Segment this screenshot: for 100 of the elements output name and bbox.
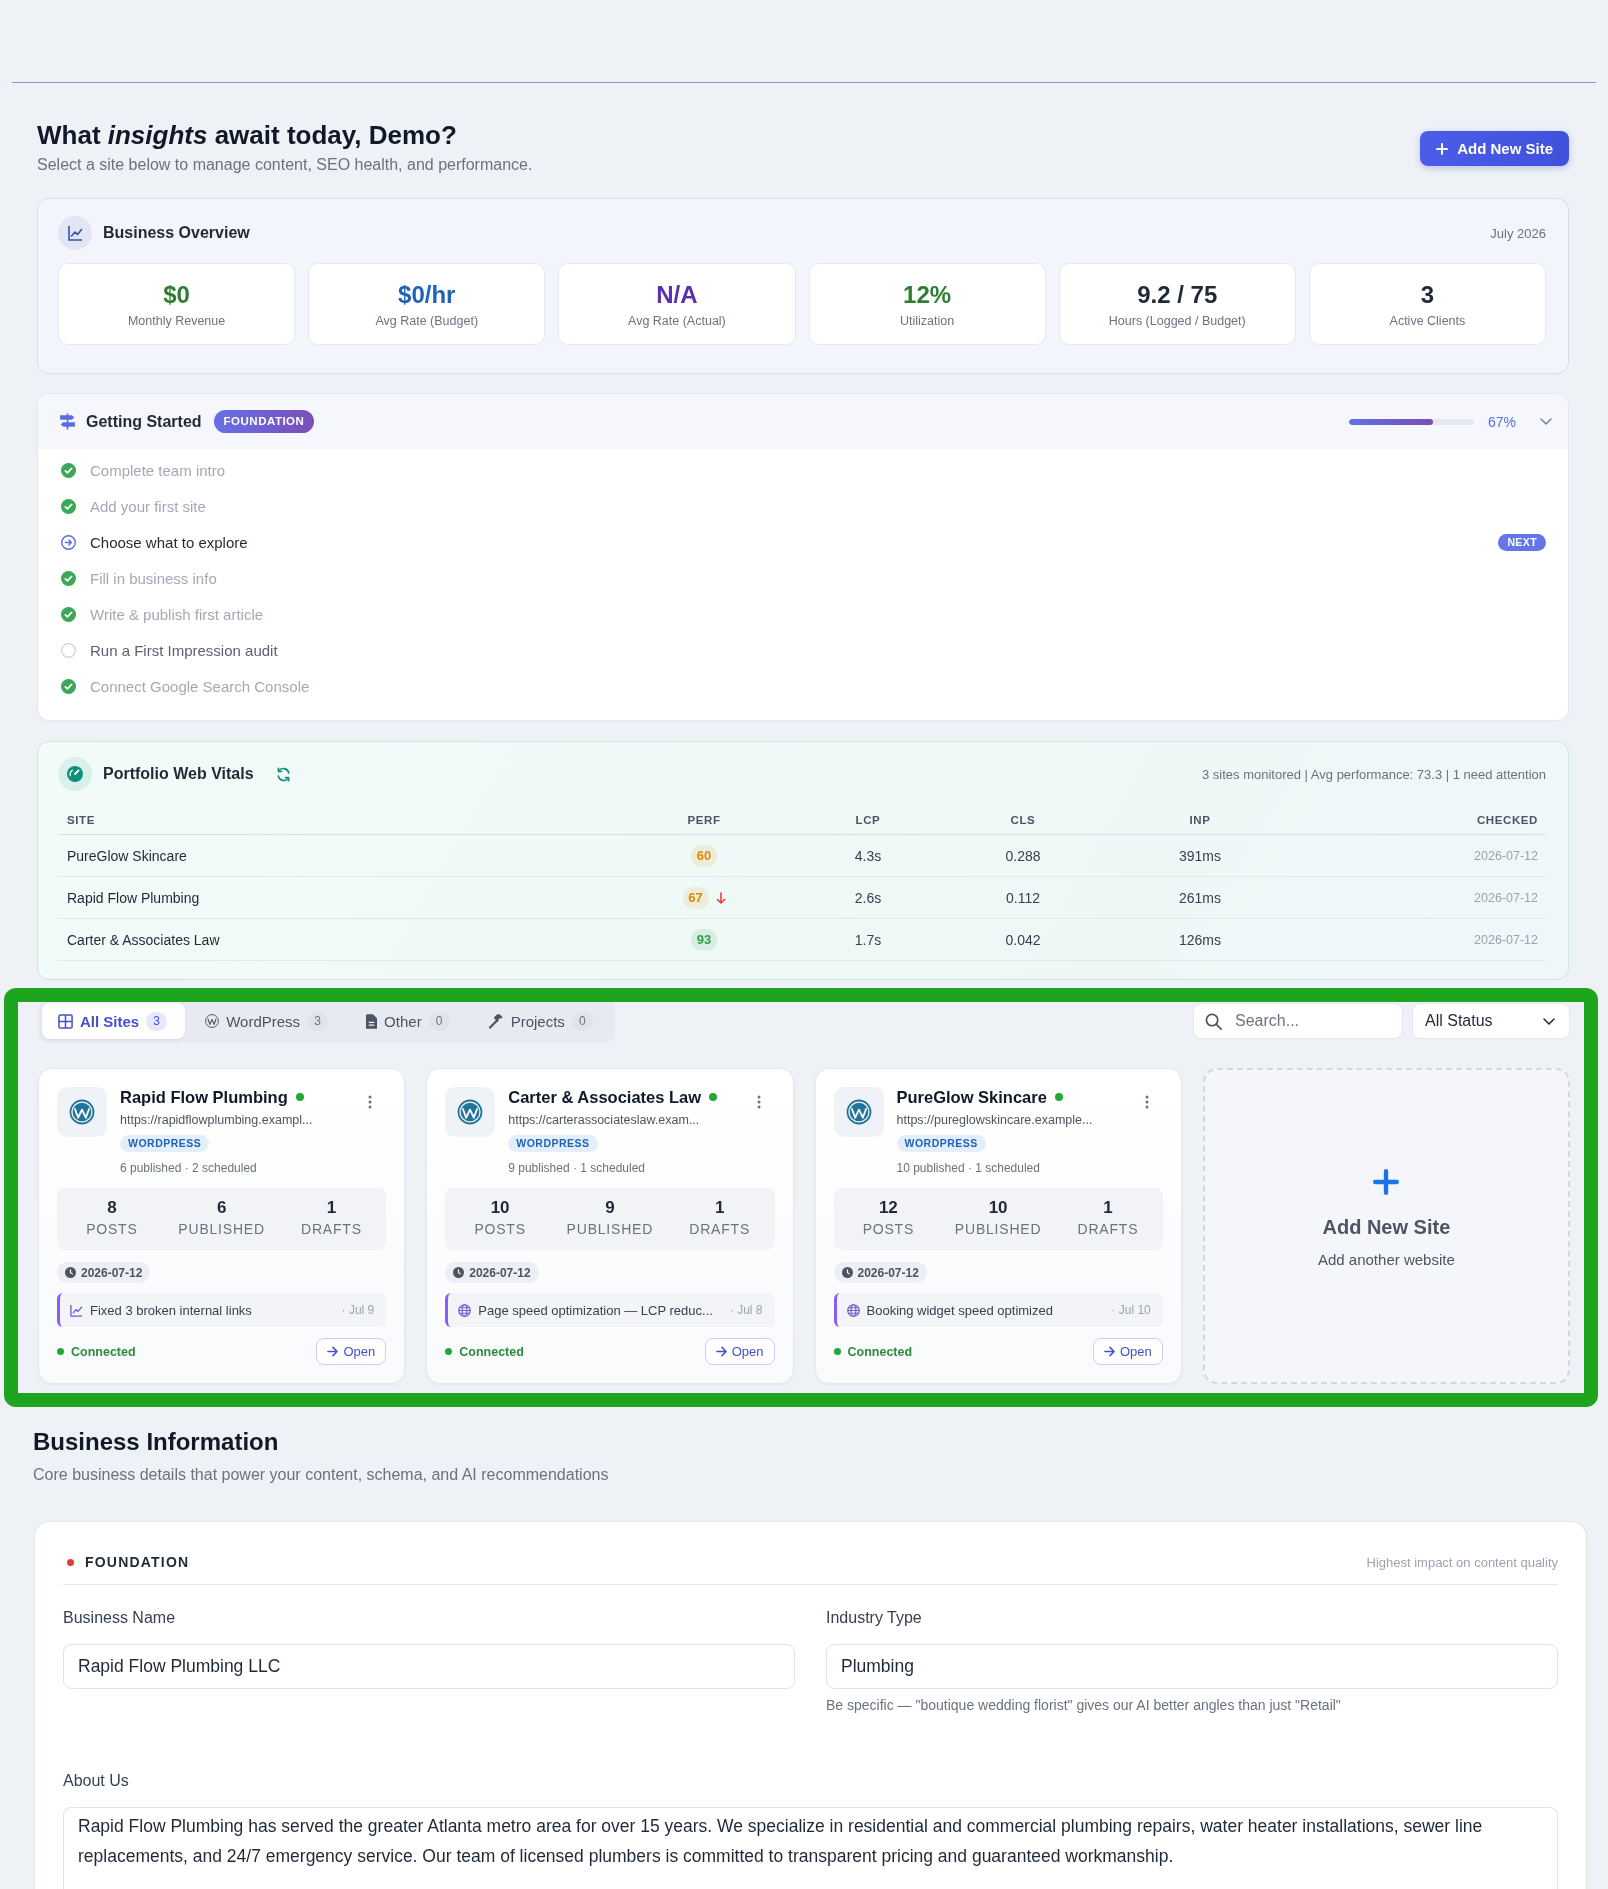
lcp-value: 1.7s xyxy=(853,931,883,948)
stat-label: Utilization xyxy=(899,313,956,329)
open-button[interactable]: Open xyxy=(1092,1338,1163,1365)
inp-value: 391ms xyxy=(1178,847,1222,864)
gauge-icon xyxy=(58,757,92,791)
stat-value: 8 xyxy=(106,1197,118,1218)
stat-value: 10 xyxy=(489,1197,511,1218)
stat-value: $0/hr xyxy=(397,280,457,310)
column-header: INP xyxy=(1188,814,1212,826)
globe-icon xyxy=(458,1303,472,1317)
activity-item[interactable]: Fixed 3 broken internal links · Jul 9 xyxy=(57,1293,387,1327)
site-url: https://carterassociateslaw.exam... xyxy=(508,1112,700,1129)
chevron-down-icon xyxy=(1543,1017,1555,1025)
dot-icon xyxy=(67,1558,74,1566)
chevron-down-icon[interactable] xyxy=(1540,418,1552,425)
stat-label: POSTS xyxy=(861,1220,916,1238)
tab[interactable]: All Sites 3 xyxy=(42,1003,186,1039)
cls-value: 0.112 xyxy=(1005,889,1041,906)
date-text: 2026-07-12 xyxy=(857,1265,919,1280)
text-input[interactable]: Rapid Flow Plumbing LLC xyxy=(63,1644,795,1689)
add-site-card[interactable]: Add New Site Add another website xyxy=(1202,1068,1570,1384)
stat-label: Avg Rate (Actual) xyxy=(627,313,727,329)
activity-text: Fixed 3 broken internal links xyxy=(90,1302,252,1318)
tier-badge: FOUNDATION xyxy=(213,410,315,433)
activity-text: Page speed optimization — LCP reduc... xyxy=(478,1302,713,1318)
search-field[interactable]: Search... xyxy=(1193,1003,1403,1039)
stat-value: 6 xyxy=(215,1197,228,1218)
status-dropdown[interactable]: All Status xyxy=(1412,1003,1570,1039)
group-title: FOUNDATION xyxy=(85,1554,190,1570)
post-summary: 6 published · 2 scheduled xyxy=(120,1160,257,1176)
group-note: Highest impact on content quality xyxy=(1366,1554,1558,1570)
cls-value: 0.288 xyxy=(1004,847,1042,864)
more-icon[interactable] xyxy=(368,1095,373,1109)
stat-label: Avg Rate (Budget) xyxy=(374,313,480,329)
column-header: PERF xyxy=(686,814,722,826)
site-name: Carter & Associates Law xyxy=(508,1087,702,1107)
tab[interactable]: WordPress 3 xyxy=(189,1003,347,1039)
stat-value: $0 xyxy=(162,280,191,310)
stat-label: Active Clients xyxy=(1388,313,1467,329)
textarea-field[interactable]: Rapid Flow Plumbing has served the greater Atlanta metro area for over 15 years. We specialize in residential and commercial plumbing repairs, water heater installations, sewer line replacements, and 24/7 emergency service. Our team of licensed plumbers is committed to transparent pricing and guaranteed workmanship. xyxy=(63,1807,1558,1889)
score-badge: 67 xyxy=(682,886,709,909)
arrow-right-icon xyxy=(715,1346,727,1357)
inp-value: 261ms xyxy=(1178,889,1222,906)
text-input[interactable]: Plumbing xyxy=(826,1644,1558,1689)
card-title: Getting Started xyxy=(86,411,202,432)
activity-date: · Jul 8 xyxy=(729,1303,763,1317)
stat-label: PUBLISHED xyxy=(953,1220,1043,1238)
stat-value: 12 xyxy=(877,1197,899,1218)
date-text: 2026-07-12 xyxy=(81,1265,143,1280)
activity-item[interactable]: Page speed optimization — LCP reduc... · Jul 8 xyxy=(445,1293,775,1327)
open-button[interactable]: Open xyxy=(704,1338,775,1365)
stat-value: 1 xyxy=(1102,1197,1114,1218)
stat-value: 9.2 / 75 xyxy=(1136,280,1219,310)
column-header: CLS xyxy=(1009,814,1037,826)
score-badge: 60 xyxy=(691,844,717,867)
stat-value: 3 xyxy=(1419,280,1436,310)
stat-value: 1 xyxy=(713,1197,726,1218)
plus-icon xyxy=(1373,1168,1400,1195)
grid-icon xyxy=(58,1013,73,1029)
tab[interactable]: Projects 0 xyxy=(471,1003,611,1039)
post-summary: 10 published · 1 scheduled xyxy=(896,1160,1040,1176)
post-summary: 9 published · 1 scheduled xyxy=(508,1160,645,1176)
date-text: 2026-07-12 xyxy=(469,1265,531,1280)
file-icon xyxy=(366,1013,378,1029)
summary-text: 3 sites monitored | Avg performance: 73.3 | 1 need attention xyxy=(1202,766,1546,782)
search-icon xyxy=(1205,1013,1222,1030)
platform-badge: WORDPRESS xyxy=(896,1135,986,1152)
site-name: Rapid Flow Plumbing xyxy=(66,889,201,906)
stat-label: DRAFTS xyxy=(688,1220,752,1238)
stat-value: 1 xyxy=(325,1197,338,1218)
stat-value: 9 xyxy=(604,1197,616,1218)
activity-text: Booking widget speed optimized xyxy=(866,1302,1053,1318)
add-site-subtitle: Add another website xyxy=(1318,1249,1455,1270)
stat-label: Monthly Revenue xyxy=(126,313,227,329)
refresh-icon[interactable] xyxy=(275,766,291,782)
site-logo-icon xyxy=(57,1087,107,1137)
add-site-button[interactable]: Add New Site xyxy=(1420,131,1569,166)
open-button[interactable]: Open xyxy=(316,1338,387,1365)
card-title: Portfolio Web Vitals xyxy=(103,764,254,784)
more-icon[interactable] xyxy=(756,1095,761,1109)
tab[interactable]: Other 0 xyxy=(350,1003,468,1039)
activity-item[interactable]: Booking widget speed optimized · Jul 10 xyxy=(833,1293,1163,1327)
plus-icon xyxy=(1436,142,1449,155)
checked-date: 2026-07-12 xyxy=(1473,890,1539,905)
progress-percent: 67% xyxy=(1488,413,1518,430)
stat-label: DRAFTS xyxy=(299,1220,363,1238)
site-url: https://pureglowskincare.example... xyxy=(896,1112,1093,1129)
stat-label: POSTS xyxy=(473,1220,527,1238)
step-label[interactable]: Choose what to explore xyxy=(90,533,248,551)
logo-icon xyxy=(205,1014,220,1028)
step-label[interactable]: Run a First Impression audit xyxy=(90,641,278,659)
clock-icon xyxy=(841,1267,853,1278)
stat-value: N/A xyxy=(655,280,699,310)
chart-icon xyxy=(58,216,92,250)
clock-icon xyxy=(453,1267,465,1278)
stat-value: 12% xyxy=(902,280,953,310)
field-label: Industry Type xyxy=(826,1608,923,1628)
activity-date: · Jul 10 xyxy=(1111,1303,1151,1317)
lcp-value: 2.6s xyxy=(853,889,883,906)
more-icon[interactable] xyxy=(1144,1095,1149,1109)
